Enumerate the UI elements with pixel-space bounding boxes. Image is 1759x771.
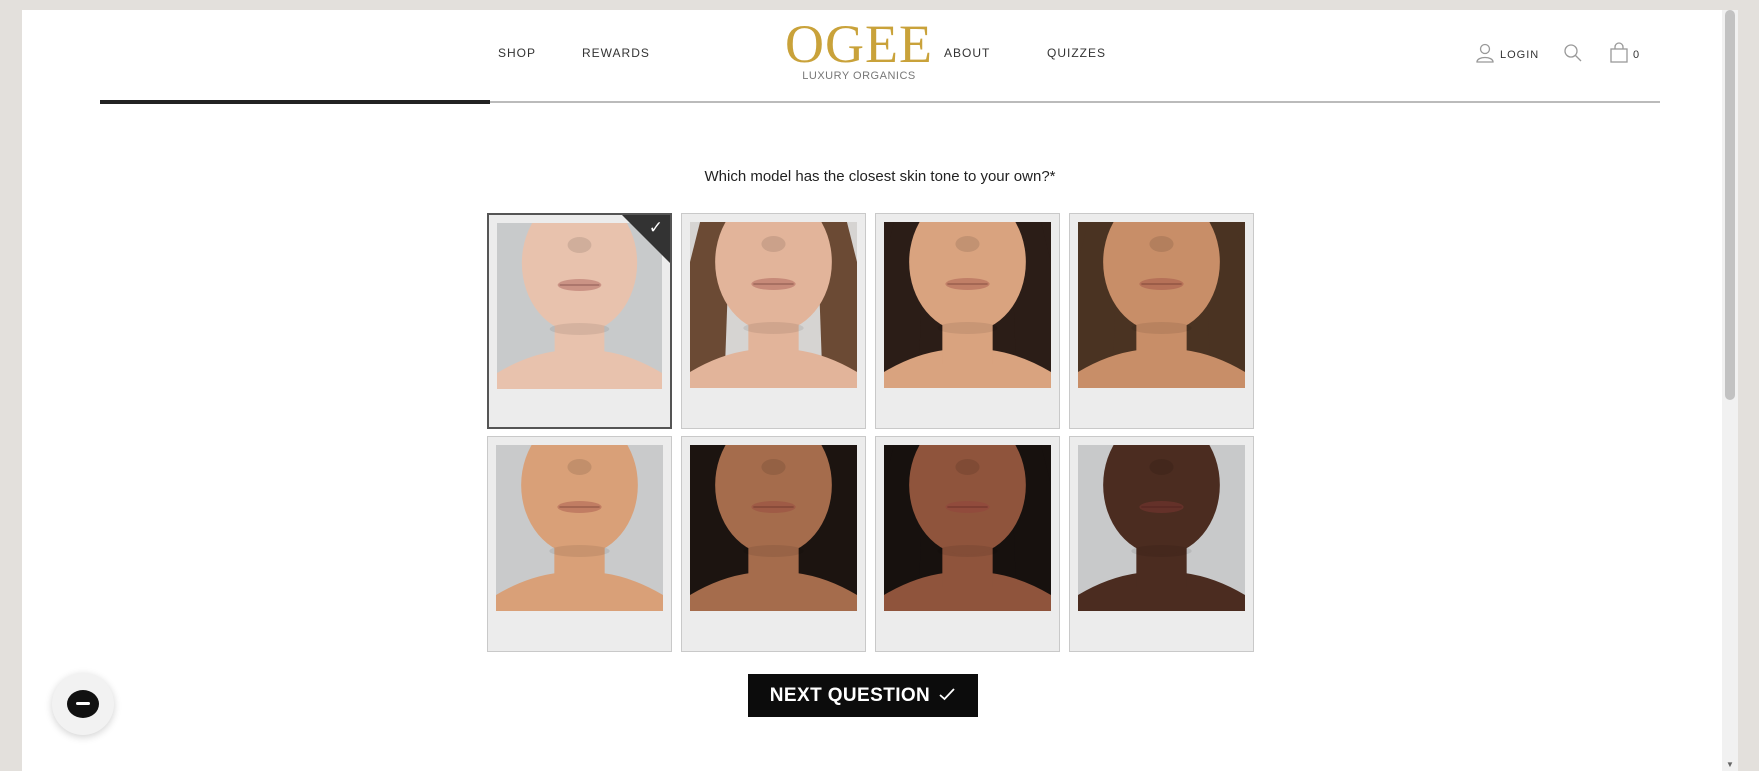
logo-wordmark: OGEE xyxy=(785,14,933,74)
skin-tone-option[interactable] xyxy=(875,213,1060,429)
nav-shop[interactable]: SHOP xyxy=(498,46,536,60)
cart-button[interactable]: 0 xyxy=(1609,42,1640,67)
selected-check-icon: ✓ xyxy=(648,218,663,237)
skin-tone-option[interactable] xyxy=(487,436,672,652)
check-icon xyxy=(938,685,956,707)
skin-tone-option[interactable]: ✓ xyxy=(487,213,672,429)
cart-count: 0 xyxy=(1633,48,1641,61)
chat-icon xyxy=(67,690,99,718)
user-icon xyxy=(1474,42,1496,67)
site-header: SHOP REWARDS OGEE LUXURY ORGANICS ABOUT … xyxy=(22,10,1738,106)
skin-tone-option[interactable] xyxy=(681,213,866,429)
model-photo xyxy=(884,222,1051,388)
next-question-button[interactable]: NEXT QUESTION xyxy=(748,674,978,717)
scroll-down-arrow-icon[interactable]: ▼ xyxy=(1726,760,1734,769)
skin-tone-option[interactable] xyxy=(681,436,866,652)
model-photo xyxy=(1078,222,1245,388)
ogee-logo[interactable]: OGEE LUXURY ORGANICS xyxy=(784,14,934,82)
page-scrollbar[interactable]: ▼ xyxy=(1722,10,1738,771)
page-viewport: SHOP REWARDS OGEE LUXURY ORGANICS ABOUT … xyxy=(22,10,1738,771)
skin-tone-option[interactable] xyxy=(1069,436,1254,652)
skin-tone-options: ✓ xyxy=(487,213,1254,652)
model-photo xyxy=(690,222,857,388)
model-photo xyxy=(496,445,663,611)
quiz-progress-fill xyxy=(100,100,490,104)
nav-rewards[interactable]: REWARDS xyxy=(582,46,650,60)
nav-quizzes[interactable]: QUIZZES xyxy=(1047,46,1106,60)
login-label: LOGIN xyxy=(1500,48,1540,61)
model-photo xyxy=(884,445,1051,611)
model-photo xyxy=(690,445,857,611)
skin-tone-option[interactable] xyxy=(1069,213,1254,429)
login-link[interactable]: LOGIN xyxy=(1474,42,1539,67)
skin-tone-option[interactable] xyxy=(875,436,1060,652)
chat-widget-button[interactable] xyxy=(52,673,114,735)
quiz-progress-bar xyxy=(100,100,1660,104)
search-button[interactable] xyxy=(1562,42,1584,67)
question-text: Which model has the closest skin tone to… xyxy=(704,168,1056,185)
nav-about[interactable]: ABOUT xyxy=(944,46,990,60)
search-icon xyxy=(1562,42,1584,67)
shopping-bag-icon xyxy=(1609,42,1629,67)
logo-tagline: LUXURY ORGANICS xyxy=(802,70,916,82)
scrollbar-thumb[interactable] xyxy=(1725,10,1735,400)
model-photo xyxy=(1078,445,1245,611)
next-question-label: NEXT QUESTION xyxy=(769,684,931,706)
